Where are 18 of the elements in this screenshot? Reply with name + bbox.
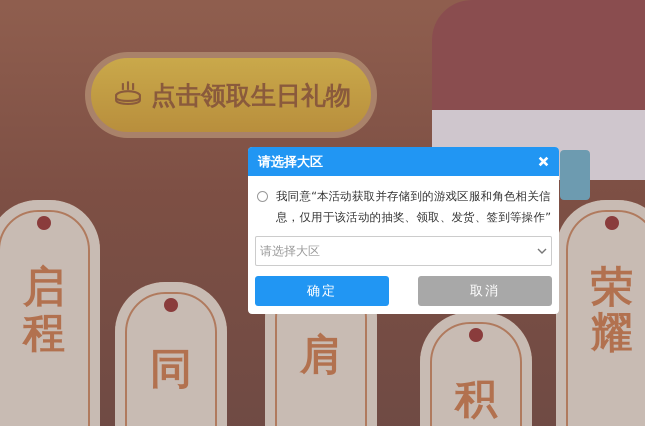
tag-label: 同 <box>150 346 192 392</box>
tag-label: 荣耀 <box>591 264 633 356</box>
chevron-down-icon <box>537 248 547 254</box>
close-icon[interactable] <box>538 156 549 167</box>
dialog-title: 请选择大区 <box>258 154 323 170</box>
radio-button[interactable] <box>257 191 268 202</box>
dialog-button[interactable]: 取消 <box>418 276 552 306</box>
tag-label: 肩 <box>300 332 342 378</box>
dialog-button[interactable]: 确定 <box>255 276 389 306</box>
tag-label: 积 <box>455 376 497 422</box>
tag-hole <box>469 328 483 342</box>
tag-hole <box>37 216 51 230</box>
tag-label: 启程 <box>23 264 65 356</box>
agreement-text: 我同意“本活动获取并存储到的游戏区服和角色相关信息，仅用于该活动的抽奖、领取、发货、签到等操作” <box>276 188 552 226</box>
region-select[interactable]: 请选择大区 <box>255 236 552 266</box>
tag-hole <box>164 298 178 312</box>
tag-hole <box>605 216 619 230</box>
gift-button[interactable]: 点击领取生日礼物 <box>85 52 377 138</box>
